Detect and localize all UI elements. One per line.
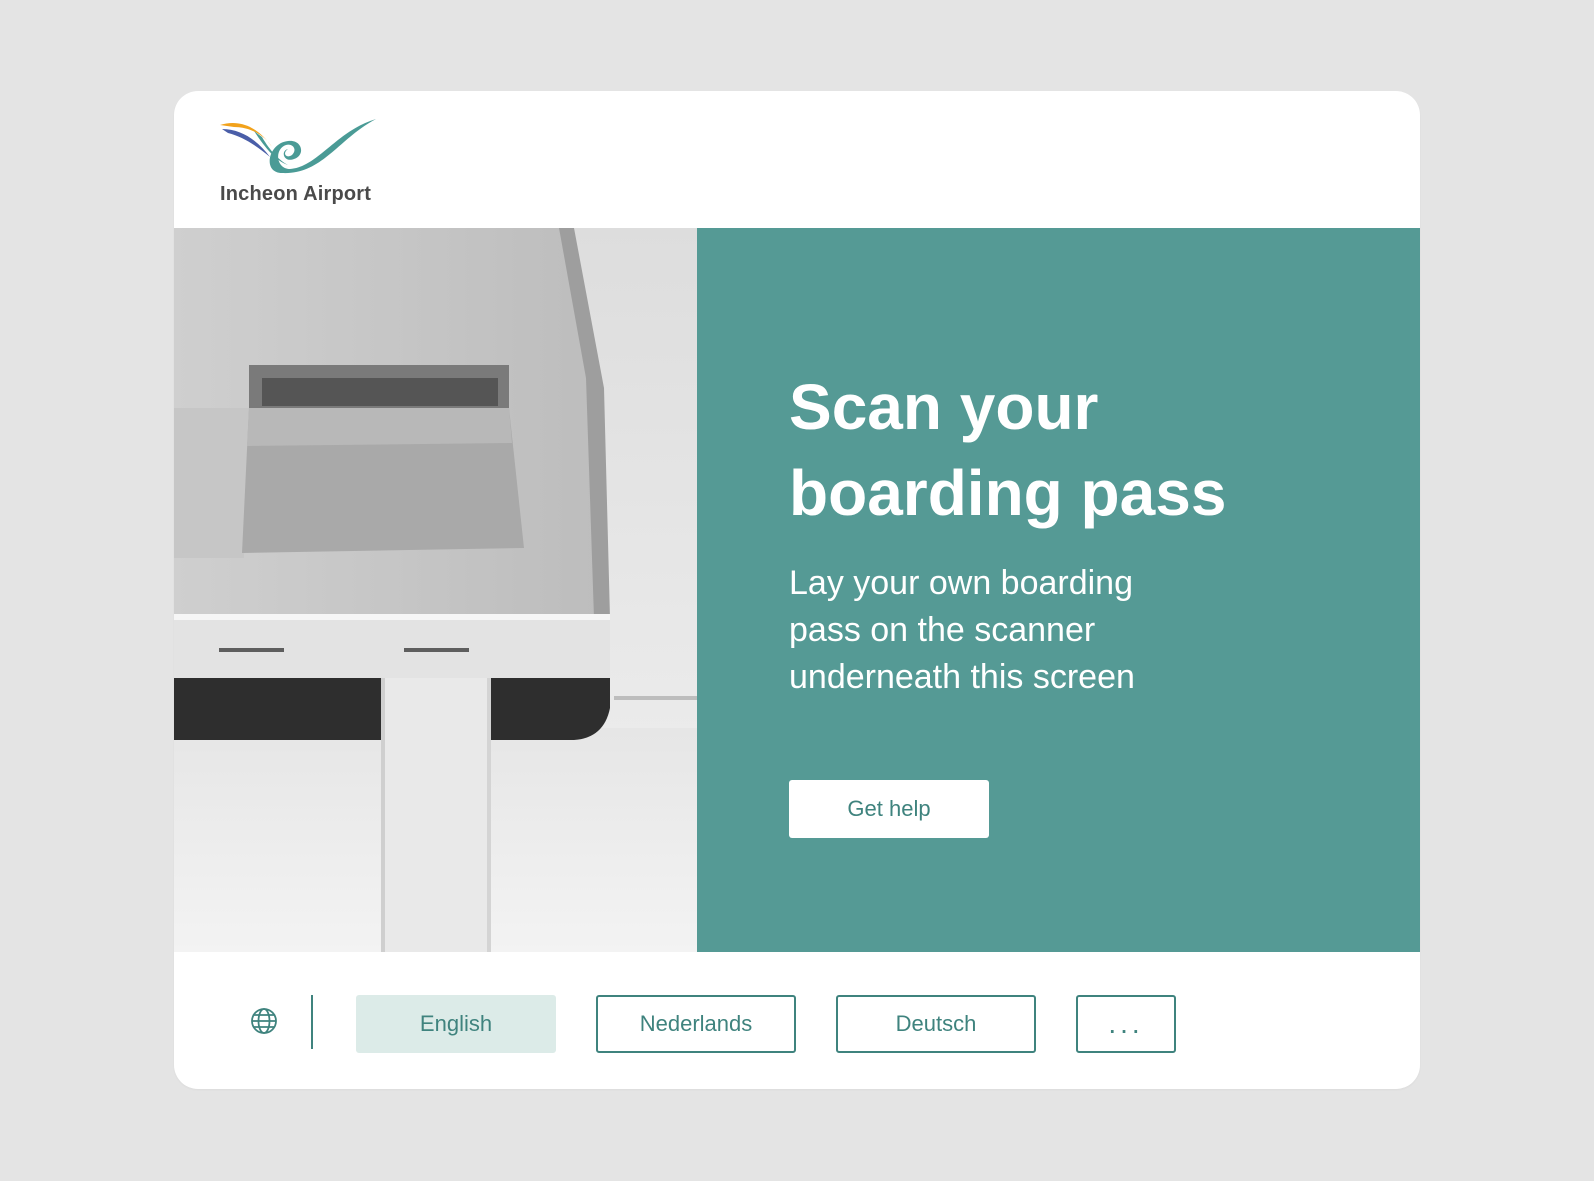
language-option-nederlands[interactable]: Nederlands	[596, 995, 796, 1053]
kiosk-screen: Incheon Airport Scan your boarding pass …	[174, 91, 1420, 1089]
instruction-text: Lay your own boarding pass on the scanne…	[789, 564, 1135, 696]
airport-name: Incheon Airport	[220, 183, 372, 205]
instruction-panel: Scan your boarding pass Lay your own boa…	[697, 228, 1420, 952]
get-help-button[interactable]: Get help	[789, 780, 989, 838]
airport-logo: Incheon Airport	[218, 117, 378, 212]
language-option-deutsch[interactable]: Deutsch	[836, 995, 1036, 1053]
globe-icon	[250, 1007, 278, 1035]
language-option-english[interactable]: English	[356, 995, 556, 1053]
divider	[311, 995, 313, 1049]
header: Incheon Airport	[174, 91, 1420, 228]
language-bar: English Nederlands Deutsch ...	[174, 952, 1420, 1089]
scanner-illustration	[174, 228, 697, 952]
more-languages-button[interactable]: ...	[1076, 995, 1176, 1053]
scanner-photo	[174, 228, 697, 952]
airport-logo-icon	[220, 119, 376, 174]
page-title: Scan your boarding pass	[789, 371, 1227, 529]
